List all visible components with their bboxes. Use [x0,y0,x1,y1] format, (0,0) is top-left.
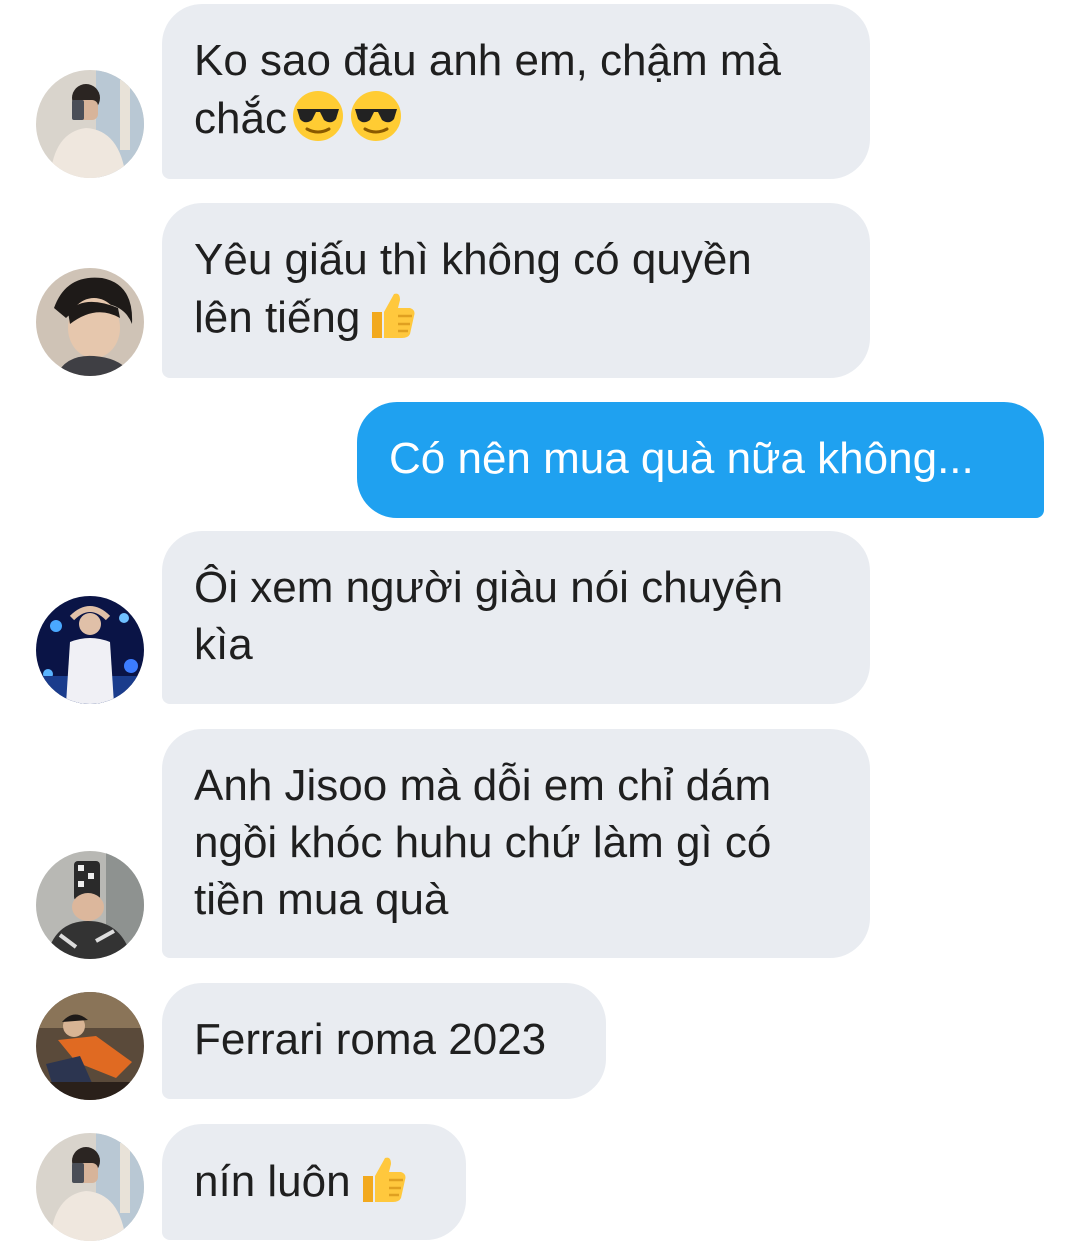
message-bubble[interactable]: nín luôn [162,1124,466,1240]
avatar-photo [36,70,144,178]
message-bubble-outgoing[interactable]: Có nên mua quà nữa không... [357,402,1044,518]
thumbs-up-icon [364,288,418,342]
avatar[interactable] [36,70,144,178]
avatar[interactable] [36,1133,144,1241]
message-bubble[interactable]: Ôi xem người giàu nói chuyện kìa [162,531,870,704]
avatar[interactable] [36,851,144,959]
message-text: Yêu giấu thì không có quyền lên tiếng [194,235,752,342]
avatar-photo [36,992,144,1100]
avatar-photo [36,268,144,376]
message-text: Ôi xem người giàu nói chuyện kìa [194,563,784,669]
message-text: Ferrari roma 2023 [194,1015,547,1064]
message-bubble[interactable]: Anh Jisoo mà dỗi em chỉ dám ngồi khóc hu… [162,729,870,958]
message-bubble[interactable]: Yêu giấu thì không có quyền lên tiếng [162,203,870,378]
message-text: nín luôn [194,1157,351,1206]
thumbs-up-icon [355,1152,409,1206]
sunglasses-face-icon [291,89,345,143]
avatar[interactable] [36,596,144,704]
message-text: Ko sao đâu anh em, chậm mà chắc [194,36,781,143]
message-bubble[interactable]: Ko sao đâu anh em, chậm mà chắc [162,4,870,179]
sunglasses-face-icon [349,89,403,143]
message-text: Có nên mua quà nữa không... [389,434,974,483]
avatar[interactable] [36,268,144,376]
avatar-photo [36,596,144,704]
avatar[interactable] [36,992,144,1100]
message-bubble[interactable]: Ferrari roma 2023 [162,983,606,1099]
avatar-photo [36,851,144,959]
avatar-photo [36,1133,144,1241]
message-text: Anh Jisoo mà dỗi em chỉ dám ngồi khóc hu… [194,761,772,924]
